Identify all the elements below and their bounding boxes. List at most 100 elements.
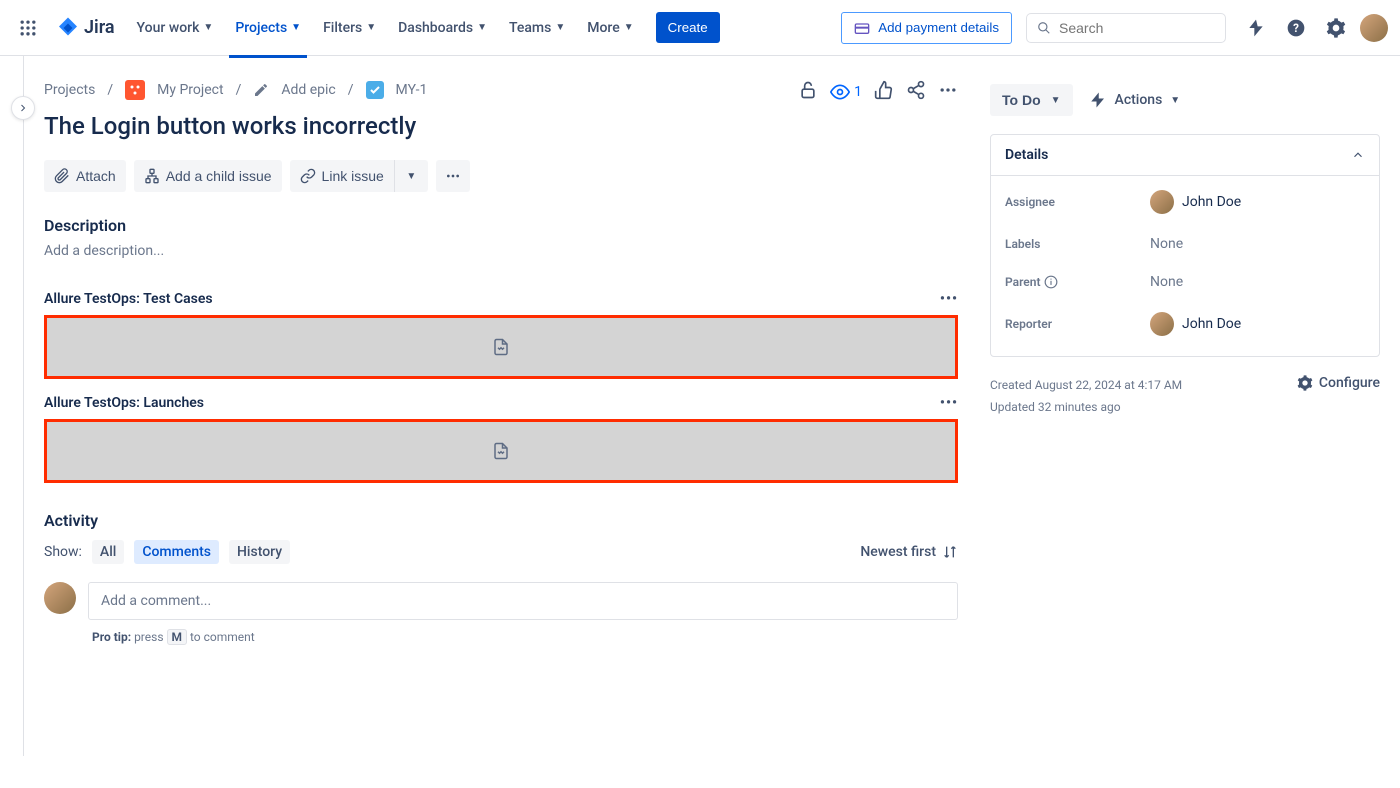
nav-projects[interactable]: Projects▼: [225, 12, 311, 44]
breadcrumb-separator: /: [107, 82, 113, 98]
assignee-avatar: [1150, 190, 1174, 214]
launches-menu[interactable]: •••: [940, 395, 958, 411]
labels-label: Labels: [1005, 237, 1150, 251]
parent-value[interactable]: None: [1150, 274, 1183, 290]
breadcrumb-separator: /: [236, 82, 242, 98]
test-cases-body[interactable]: [44, 315, 958, 379]
test-cases-panel: Allure TestOps: Test Cases •••: [44, 291, 958, 379]
assignee-value[interactable]: John Doe: [1150, 190, 1241, 214]
svg-text:?: ?: [1293, 21, 1299, 35]
launches-title: Allure TestOps: Launches: [44, 395, 204, 411]
breadcrumb-add-epic[interactable]: Add epic: [281, 82, 335, 98]
sort-button[interactable]: Newest first: [860, 544, 958, 560]
keyboard-key: M: [167, 629, 188, 645]
comment-avatar: [44, 582, 76, 614]
add-payment-button[interactable]: Add payment details: [841, 12, 1012, 44]
child-issue-icon: [144, 168, 160, 184]
user-avatar[interactable]: [1360, 14, 1388, 42]
chevron-up-icon: [1351, 148, 1365, 162]
link-issue-dropdown[interactable]: ▼: [394, 160, 428, 192]
parent-label: Parent: [1005, 275, 1150, 289]
info-icon[interactable]: [1044, 275, 1058, 289]
details-toggle[interactable]: Details: [991, 135, 1379, 176]
jira-logo[interactable]: Jira: [48, 16, 123, 40]
nav-filters[interactable]: Filters▼: [313, 12, 386, 44]
protip-text: Pro tip: press M to comment: [92, 630, 958, 644]
test-cases-menu[interactable]: •••: [940, 291, 958, 307]
link-issue-button[interactable]: Link issue: [290, 160, 394, 192]
toolbar-more-button[interactable]: [436, 160, 470, 192]
create-button[interactable]: Create: [656, 12, 720, 43]
broken-file-icon: [492, 338, 510, 356]
issue-toolbar: Attach Add a child issue Link issue ▼: [44, 160, 958, 192]
app-switcher-icon[interactable]: [12, 12, 44, 44]
search-box[interactable]: [1026, 13, 1226, 43]
sidebar-collapsed: [0, 56, 24, 756]
broken-file-icon: [492, 442, 510, 460]
chevron-down-icon: ▼: [477, 22, 487, 33]
nav-teams[interactable]: Teams▼: [499, 12, 575, 44]
notifications-icon[interactable]: [1240, 12, 1272, 44]
credit-card-icon: [854, 20, 870, 36]
top-nav: Jira Your work▼ Projects▼ Filters▼ Dashb…: [0, 0, 1400, 56]
updated-timestamp: Updated 32 minutes ago: [990, 397, 1182, 419]
tab-all[interactable]: All: [92, 540, 124, 564]
lock-icon[interactable]: [798, 80, 818, 104]
thumbs-up-icon[interactable]: [874, 80, 894, 104]
configure-button[interactable]: Configure: [1297, 375, 1380, 391]
comment-input[interactable]: Add a comment...: [88, 582, 958, 620]
search-icon: [1037, 20, 1051, 36]
search-input[interactable]: [1059, 20, 1215, 36]
more-actions-icon[interactable]: [938, 80, 958, 104]
details-panel: Details Assignee John Doe Labels None Pa…: [990, 134, 1380, 357]
chevron-down-icon: ▼: [1051, 95, 1061, 106]
help-icon[interactable]: ?: [1280, 12, 1312, 44]
expand-sidebar-button[interactable]: [11, 96, 35, 120]
add-child-button[interactable]: Add a child issue: [134, 160, 282, 192]
chevron-down-icon: ▼: [291, 22, 301, 33]
launches-body[interactable]: [44, 419, 958, 483]
chevron-down-icon: ▼: [1170, 95, 1180, 106]
pencil-icon: [253, 82, 269, 98]
task-icon: [366, 81, 384, 99]
more-icon: [445, 168, 461, 184]
nav-your-work[interactable]: Your work▼: [127, 12, 224, 44]
timestamps: Created August 22, 2024 at 4:17 AM Updat…: [990, 375, 1182, 418]
activity-section: Activity Show: All Comments History Newe…: [44, 511, 958, 644]
actions-dropdown[interactable]: Actions ▼: [1089, 91, 1181, 109]
tab-history[interactable]: History: [229, 540, 290, 564]
assignee-label: Assignee: [1005, 195, 1150, 209]
nav-items: Your work▼ Projects▼ Filters▼ Dashboards…: [127, 12, 644, 44]
breadcrumb-projects[interactable]: Projects: [44, 82, 95, 98]
launches-panel: Allure TestOps: Launches •••: [44, 395, 958, 483]
status-dropdown[interactable]: To Do▼: [990, 84, 1073, 116]
sort-icon: [942, 544, 958, 560]
attach-button[interactable]: Attach: [44, 160, 126, 192]
created-timestamp: Created August 22, 2024 at 4:17 AM: [990, 375, 1182, 397]
reporter-value[interactable]: John Doe: [1150, 312, 1241, 336]
watch-button[interactable]: 1: [830, 82, 862, 102]
breadcrumb: Projects / My Project / Add epic / MY-1: [44, 80, 798, 100]
chevron-down-icon: ▼: [555, 22, 565, 33]
reporter-label: Reporter: [1005, 317, 1150, 331]
breadcrumb-project[interactable]: My Project: [157, 82, 223, 98]
share-icon[interactable]: [906, 80, 926, 104]
chevron-down-icon: ▼: [366, 22, 376, 33]
nav-icons: ?: [1240, 12, 1388, 44]
nav-dashboards[interactable]: Dashboards▼: [388, 12, 497, 44]
description-field[interactable]: Add a description...: [44, 243, 958, 259]
tab-comments[interactable]: Comments: [134, 540, 219, 564]
settings-icon[interactable]: [1320, 12, 1352, 44]
jira-logo-icon: [56, 16, 80, 40]
nav-more[interactable]: More▼: [577, 12, 643, 44]
chevron-down-icon: ▼: [406, 171, 416, 182]
breadcrumb-separator: /: [348, 82, 354, 98]
labels-value[interactable]: None: [1150, 236, 1183, 252]
activity-heading: Activity: [44, 511, 958, 530]
test-cases-title: Allure TestOps: Test Cases: [44, 291, 213, 307]
issue-title[interactable]: The Login button works incorrectly: [44, 112, 798, 140]
link-icon: [300, 168, 316, 184]
breadcrumb-issue-key[interactable]: MY-1: [396, 82, 428, 98]
project-icon: [125, 80, 145, 100]
jira-logo-text: Jira: [84, 17, 115, 38]
